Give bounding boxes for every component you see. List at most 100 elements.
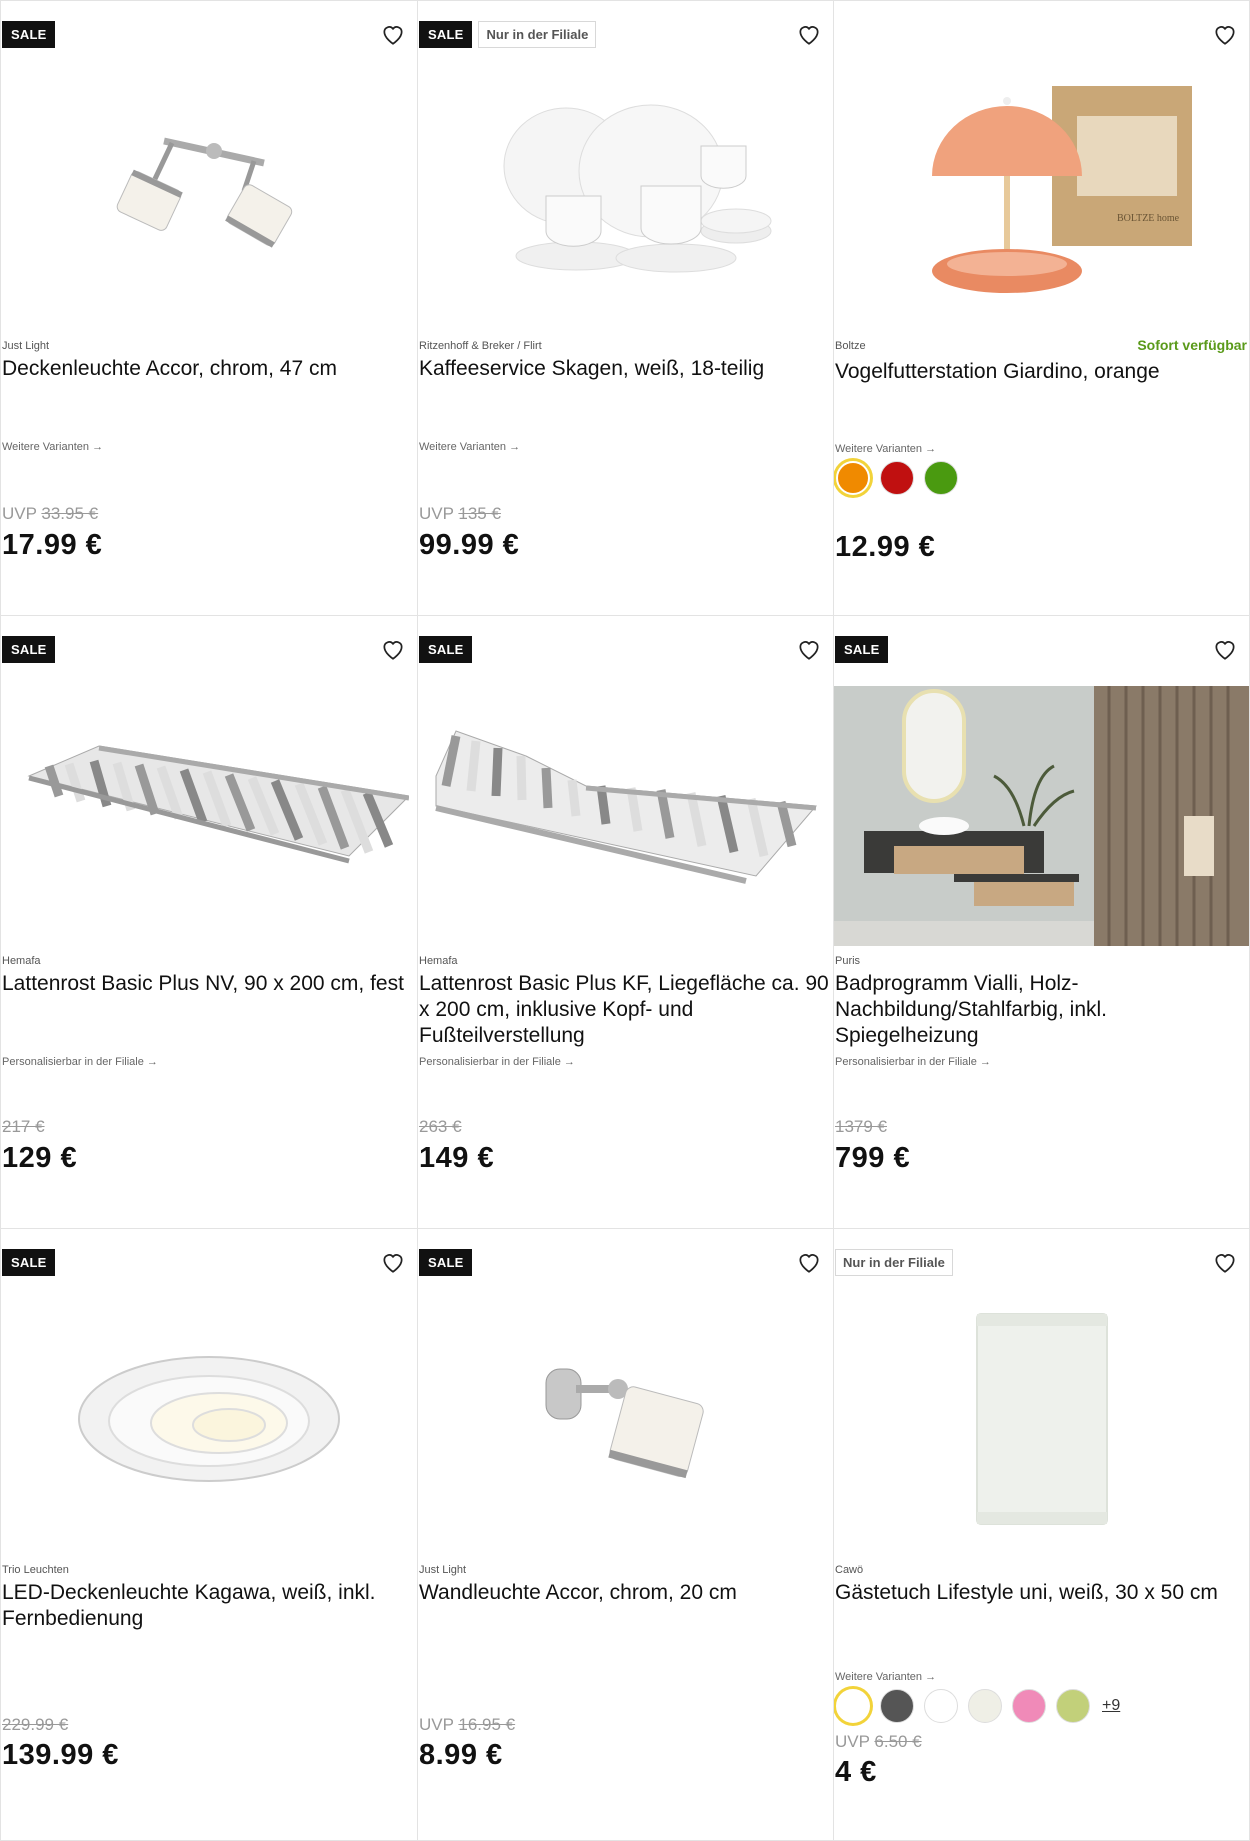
product-title[interactable]: Wandleuchte Accor, chrom, 20 cm bbox=[419, 1580, 829, 1606]
badges: SALE bbox=[2, 21, 56, 48]
old-price: 217 € bbox=[2, 1117, 45, 1136]
swatch-pink[interactable] bbox=[1012, 1689, 1046, 1723]
sale-badge: SALE bbox=[419, 1249, 473, 1276]
heart-icon[interactable] bbox=[796, 1249, 822, 1275]
price: 99.99 € bbox=[419, 529, 520, 561]
sale-badge: SALE bbox=[2, 1249, 56, 1276]
brand-name: Trio Leuchten bbox=[2, 1564, 69, 1576]
sale-badge: SALE bbox=[2, 636, 56, 663]
variants-link[interactable]: Weitere Varianten → bbox=[2, 441, 103, 453]
product-card[interactable]: SALE Nur in der Filiale Ritzenhoff & Bre… bbox=[417, 1, 833, 616]
brand-name: Just Light bbox=[2, 340, 50, 352]
product-title[interactable]: Kaffeeservice Skagen, weiß, 18-teilig bbox=[419, 356, 829, 382]
product-card[interactable]: SALE Trio Leuchten LED-Deckenleuchte Kag… bbox=[0, 1229, 417, 1841]
badges: SALE bbox=[419, 636, 473, 663]
product-image[interactable] bbox=[418, 51, 833, 331]
product-title[interactable]: Lattenrost Basic Plus NV, 90 x 200 cm, f… bbox=[2, 971, 413, 997]
product-title[interactable]: Vogelfutterstation Giardino, orange bbox=[835, 359, 1245, 385]
variants-link[interactable]: Weitere Varianten → bbox=[835, 443, 936, 455]
sale-badge: SALE bbox=[2, 21, 56, 48]
product-card[interactable]: SALE Puris Badprogramm Vialli, Holz-Nach… bbox=[833, 616, 1250, 1229]
personalize-link[interactable]: Personalisierbar in der Filiale → bbox=[419, 1056, 575, 1068]
product-title[interactable]: LED-Deckenleuchte Kagawa, weiß, inkl. Fe… bbox=[2, 1580, 413, 1632]
old-price: 263 € bbox=[419, 1117, 462, 1136]
color-swatches bbox=[836, 461, 958, 495]
brand-name: Hemafa bbox=[419, 955, 458, 967]
sale-badge: SALE bbox=[419, 636, 473, 663]
product-image[interactable]: BOLTZE home bbox=[834, 51, 1249, 331]
product-image[interactable] bbox=[1, 51, 417, 331]
badges: SALE bbox=[835, 636, 889, 663]
old-price: UVP 33.95 € bbox=[2, 504, 99, 523]
personalize-link[interactable]: Personalisierbar in der Filiale → bbox=[2, 1056, 158, 1068]
old-price: UVP 6.50 € bbox=[835, 1732, 922, 1751]
price: 17.99 € bbox=[2, 529, 103, 561]
heart-icon[interactable] bbox=[380, 1249, 406, 1275]
swatch-white[interactable] bbox=[836, 1689, 870, 1723]
product-title[interactable]: Deckenleuchte Accor, chrom, 47 cm bbox=[2, 356, 413, 382]
heart-icon[interactable] bbox=[1212, 21, 1238, 47]
heart-icon[interactable] bbox=[380, 636, 406, 662]
old-price: 229.99 € bbox=[2, 1715, 69, 1734]
heart-icon[interactable] bbox=[796, 21, 822, 47]
badges: Nur in der Filiale bbox=[835, 1249, 953, 1276]
product-title[interactable]: Badprogramm Vialli, Holz-Nachbildung/Sta… bbox=[835, 971, 1245, 1049]
old-price: UVP 135 € bbox=[419, 504, 501, 523]
brand-name: Ritzenhoff & Breker / Flirt bbox=[419, 340, 542, 352]
product-title[interactable]: Lattenrost Basic Plus KF, Liegefläche ca… bbox=[419, 971, 829, 1049]
product-card[interactable]: BOLTZE home Boltze Sofort verfügbar Voge… bbox=[833, 1, 1250, 616]
sale-badge: SALE bbox=[835, 636, 889, 663]
badges: SALE bbox=[2, 636, 56, 663]
price: 4 € bbox=[835, 1756, 877, 1788]
product-card[interactable]: SALE Hemafa Lattenrost Basic Plus KF, Li… bbox=[417, 616, 833, 1229]
product-title[interactable]: Gästetuch Lifestyle uni, weiß, 30 x 50 c… bbox=[835, 1580, 1245, 1606]
product-card[interactable]: SALE Just Light Deckenleuchte Accor, chr… bbox=[0, 1, 417, 616]
price: 12.99 € bbox=[835, 531, 936, 563]
badges: SALE bbox=[419, 1249, 473, 1276]
swatch-lime[interactable] bbox=[1056, 1689, 1090, 1723]
more-swatches-link[interactable]: +9 bbox=[1102, 1697, 1120, 1715]
product-image[interactable] bbox=[1, 1279, 417, 1559]
product-card[interactable]: SALE Just Light Wandleuchte Accor, chrom… bbox=[417, 1229, 833, 1841]
heart-icon[interactable] bbox=[380, 21, 406, 47]
price: 139.99 € bbox=[2, 1739, 119, 1771]
heart-icon[interactable] bbox=[1212, 636, 1238, 662]
brand-name: Just Light bbox=[419, 1564, 467, 1576]
swatch-anthracite[interactable] bbox=[880, 1689, 914, 1723]
store-only-badge: Nur in der Filiale bbox=[478, 21, 597, 48]
swatch-orange[interactable] bbox=[836, 461, 870, 495]
variants-link[interactable]: Weitere Varianten → bbox=[835, 1671, 936, 1683]
brand-name: Hemafa bbox=[2, 955, 41, 967]
old-price: UVP 16.95 € bbox=[419, 1715, 516, 1734]
product-image[interactable] bbox=[1, 666, 417, 946]
product-card[interactable]: Nur in der Filiale Cawö Gästetuch Lifest… bbox=[833, 1229, 1250, 1841]
old-price: 1379 € bbox=[835, 1117, 887, 1136]
product-card[interactable]: SALE Hemafa Lattenrost Basic Plus NV, 90… bbox=[0, 616, 417, 1229]
product-image[interactable] bbox=[834, 1279, 1249, 1559]
product-grid: SALE Just Light Deckenleuchte Accor, chr… bbox=[0, 0, 1250, 1841]
box-brand-text: BOLTZE home bbox=[1117, 213, 1180, 224]
price: 149 € bbox=[419, 1142, 495, 1174]
variants-link[interactable]: Weitere Varianten → bbox=[419, 441, 520, 453]
availability-label: Sofort verfügbar bbox=[1137, 337, 1247, 353]
swatch-red[interactable] bbox=[880, 461, 914, 495]
heart-icon[interactable] bbox=[1212, 1249, 1238, 1275]
color-swatches: +9 bbox=[836, 1689, 1120, 1723]
price: 8.99 € bbox=[419, 1739, 503, 1771]
personalize-link[interactable]: Personalisierbar in der Filiale → bbox=[835, 1056, 991, 1068]
product-image[interactable] bbox=[418, 666, 833, 946]
swatch-green[interactable] bbox=[924, 461, 958, 495]
price: 799 € bbox=[835, 1142, 911, 1174]
product-image[interactable] bbox=[418, 1279, 833, 1559]
swatch-cream[interactable] bbox=[968, 1689, 1002, 1723]
badges: SALE Nur in der Filiale bbox=[419, 21, 597, 48]
badges: SALE bbox=[2, 1249, 56, 1276]
swatch-white-2[interactable] bbox=[924, 1689, 958, 1723]
heart-icon[interactable] bbox=[796, 636, 822, 662]
brand-name: Puris bbox=[835, 955, 861, 967]
store-only-badge: Nur in der Filiale bbox=[835, 1249, 953, 1276]
brand-name: Cawö bbox=[835, 1564, 864, 1576]
price: 129 € bbox=[2, 1142, 78, 1174]
brand-name: Boltze bbox=[835, 340, 866, 352]
product-image[interactable] bbox=[834, 686, 1249, 946]
